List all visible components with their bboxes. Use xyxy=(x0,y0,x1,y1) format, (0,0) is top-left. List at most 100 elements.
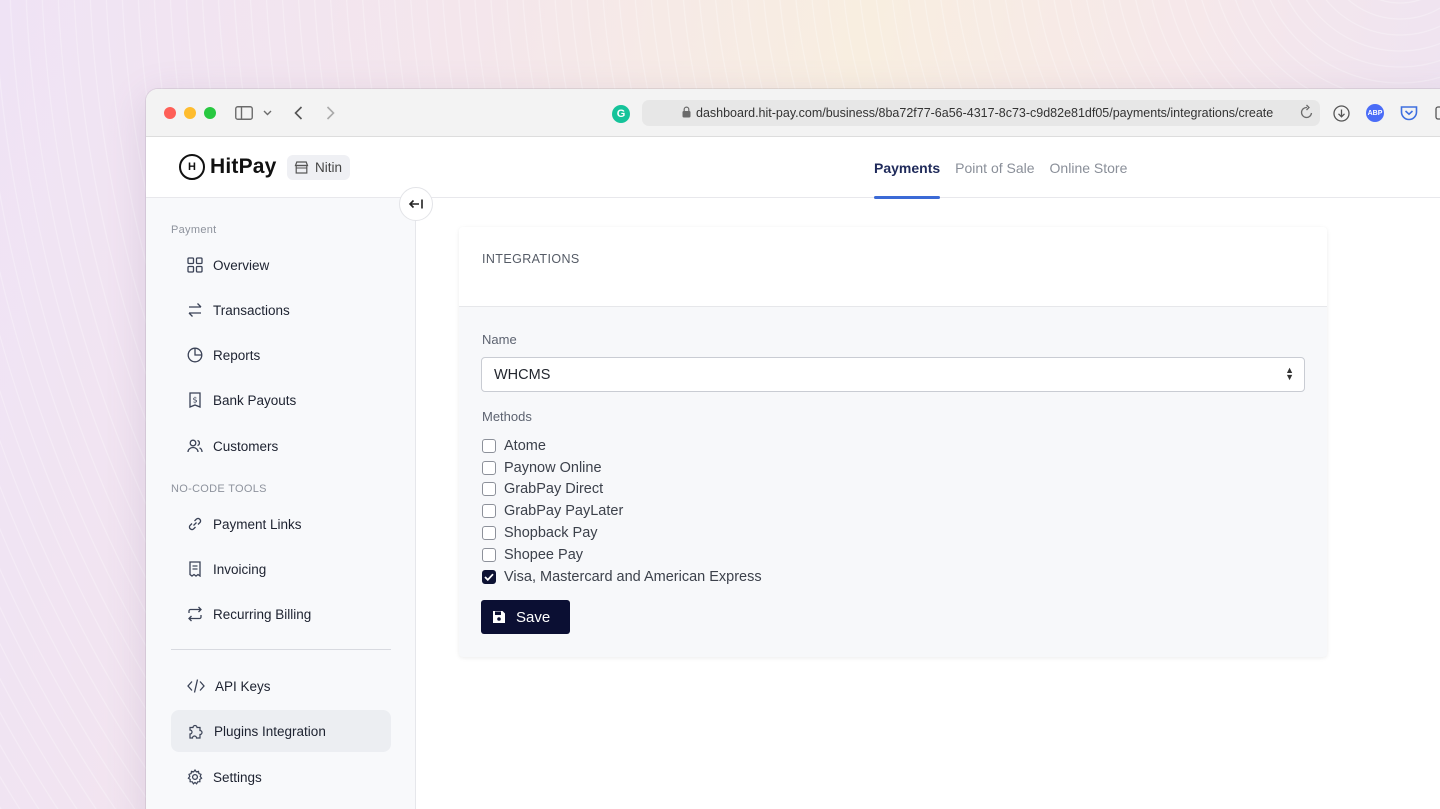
checkbox-checked[interactable] xyxy=(482,569,496,584)
sidebar-toggle-icon[interactable] xyxy=(234,103,254,123)
checkmark-icon xyxy=(484,573,494,581)
method-shopback-pay[interactable]: Shopback Pay xyxy=(482,522,762,544)
collapse-arrow-icon xyxy=(408,199,423,209)
hitpay-logo[interactable]: H HitPay xyxy=(179,154,277,180)
method-cards[interactable]: Visa, Mastercard and American Express xyxy=(482,566,762,588)
method-label: Paynow Online xyxy=(504,459,602,476)
dollar-document-icon: $ xyxy=(189,392,201,408)
logo-mark-icon: H xyxy=(179,154,205,180)
sidebar-item-bank-payouts[interactable]: $ Bank Payouts xyxy=(171,379,391,421)
tab-payments[interactable]: Payments xyxy=(874,137,941,199)
sidebar-item-label: Customers xyxy=(213,438,279,454)
methods-label: Methods xyxy=(482,409,532,424)
sidebar-item-invoicing[interactable]: Invoicing xyxy=(171,548,391,590)
download-icon[interactable] xyxy=(1332,103,1350,123)
method-label: Atome xyxy=(504,437,546,454)
sidebar-item-transactions[interactable]: Transactions xyxy=(171,289,391,331)
checkbox[interactable] xyxy=(482,504,496,519)
method-label: Shopback Pay xyxy=(504,525,598,542)
repeat-icon xyxy=(188,606,202,622)
section-title-no-code-tools: NO-CODE TOOLS xyxy=(171,483,267,495)
method-atome[interactable]: Atome xyxy=(482,435,762,457)
chevron-down-icon[interactable] xyxy=(260,103,274,123)
sidebar-item-label: Recurring Billing xyxy=(213,606,312,622)
method-shopee-pay[interactable]: Shopee Pay xyxy=(482,544,762,566)
svg-text:$: $ xyxy=(192,396,197,405)
maximize-window-button[interactable] xyxy=(204,107,216,119)
pie-chart-icon xyxy=(187,347,203,363)
name-select-value: WHCMS xyxy=(494,366,551,383)
section-title-payment: Payment xyxy=(171,224,217,236)
tab-online-store[interactable]: Online Store xyxy=(1050,137,1128,198)
tab-point-of-sale[interactable]: Point of Sale xyxy=(955,137,1034,198)
sidebar-divider xyxy=(171,649,391,650)
sidebar: Payment Overview Transactions Reports $ … xyxy=(146,198,416,809)
sidebar-item-api-keys[interactable]: API Keys xyxy=(171,665,391,707)
grid-icon xyxy=(187,257,203,273)
sidebar-item-payment-links[interactable]: Payment Links xyxy=(171,503,391,545)
logo-text: HitPay xyxy=(210,155,277,178)
close-window-button[interactable] xyxy=(164,107,176,119)
top-nav: Payments Point of Sale Online Store xyxy=(874,137,1128,199)
sidebar-item-reports[interactable]: Reports xyxy=(171,334,391,376)
method-label: GrabPay PayLater xyxy=(504,503,624,520)
url-text: dashboard.hit-pay.com/business/8ba72f77-… xyxy=(696,106,1274,120)
sidebar-item-recurring-billing[interactable]: Recurring Billing xyxy=(171,593,391,635)
app-header: H HitPay Nitin Payments Point of Sale On… xyxy=(146,137,1440,199)
select-caret-icon: ▲ ▼ xyxy=(1285,365,1294,382)
save-button[interactable]: Save xyxy=(481,600,570,634)
checkbox[interactable] xyxy=(482,526,496,541)
sidebar-item-label: API Keys xyxy=(215,678,271,694)
business-switcher[interactable]: Nitin xyxy=(287,155,351,180)
sidebar-item-label: Payment Links xyxy=(213,516,302,532)
save-button-label: Save xyxy=(516,608,551,626)
method-grabpay-direct[interactable]: GrabPay Direct xyxy=(482,479,762,501)
method-label: Visa, Mastercard and American Express xyxy=(504,568,762,585)
code-icon xyxy=(187,679,205,693)
checkbox[interactable] xyxy=(482,482,496,497)
minimize-window-button[interactable] xyxy=(184,107,196,119)
forward-arrow-icon[interactable] xyxy=(322,103,338,123)
sidebar-item-settings[interactable]: Settings xyxy=(171,756,391,798)
store-icon xyxy=(294,161,309,174)
method-paynow-online[interactable]: Paynow Online xyxy=(482,457,762,479)
method-label: GrabPay Direct xyxy=(504,481,604,498)
checkbox[interactable] xyxy=(482,460,496,475)
card-title: INTEGRATIONS xyxy=(459,227,1327,307)
receipt-icon xyxy=(189,561,201,577)
reload-icon[interactable] xyxy=(1300,104,1314,120)
checkbox[interactable] xyxy=(482,547,496,562)
grammarly-extension-icon[interactable]: G xyxy=(612,105,630,123)
integration-form-card: INTEGRATIONS Name WHCMS ▲ ▼ Methods Atome… xyxy=(459,227,1327,657)
pocket-icon[interactable] xyxy=(1399,103,1419,123)
name-label: Name xyxy=(482,332,517,347)
sidebar-item-label: Bank Payouts xyxy=(213,392,297,408)
sidebar-item-plugins-integration[interactable]: Plugins Integration xyxy=(171,710,391,752)
browser-toolbar: G dashboard.hit-pay.com/business/8ba72f7… xyxy=(146,89,1440,137)
sidebar-item-customers[interactable]: Customers xyxy=(171,425,391,467)
extension-icon[interactable] xyxy=(1434,103,1440,123)
name-select[interactable]: WHCMS ▲ ▼ xyxy=(481,357,1305,392)
gear-icon xyxy=(187,769,203,785)
adblock-extension-icon[interactable]: ABP xyxy=(1366,104,1384,122)
collapse-sidebar-button[interactable] xyxy=(399,187,433,221)
method-label: Shopee Pay xyxy=(504,546,584,563)
sidebar-item-label: Reports xyxy=(213,347,261,363)
link-icon xyxy=(188,517,202,531)
window-controls xyxy=(164,107,216,119)
sidebar-item-label: Plugins Integration xyxy=(214,723,326,739)
users-icon xyxy=(187,439,203,453)
floppy-disk-icon xyxy=(493,611,505,623)
method-grabpay-paylater[interactable]: GrabPay PayLater xyxy=(482,500,762,522)
methods-list: Atome Paynow Online GrabPay Direct GrabP… xyxy=(482,435,762,588)
lock-icon xyxy=(682,106,691,118)
sidebar-item-label: Transactions xyxy=(213,302,290,318)
arrows-exchange-icon xyxy=(188,303,202,317)
sidebar-item-label: Settings xyxy=(213,769,262,785)
sidebar-item-overview[interactable]: Overview xyxy=(171,244,391,286)
puzzle-icon xyxy=(189,724,203,739)
sidebar-item-label: Overview xyxy=(213,257,270,273)
checkbox[interactable] xyxy=(482,438,496,453)
back-arrow-icon[interactable] xyxy=(290,103,306,123)
address-bar[interactable]: dashboard.hit-pay.com/business/8ba72f77-… xyxy=(642,100,1320,126)
